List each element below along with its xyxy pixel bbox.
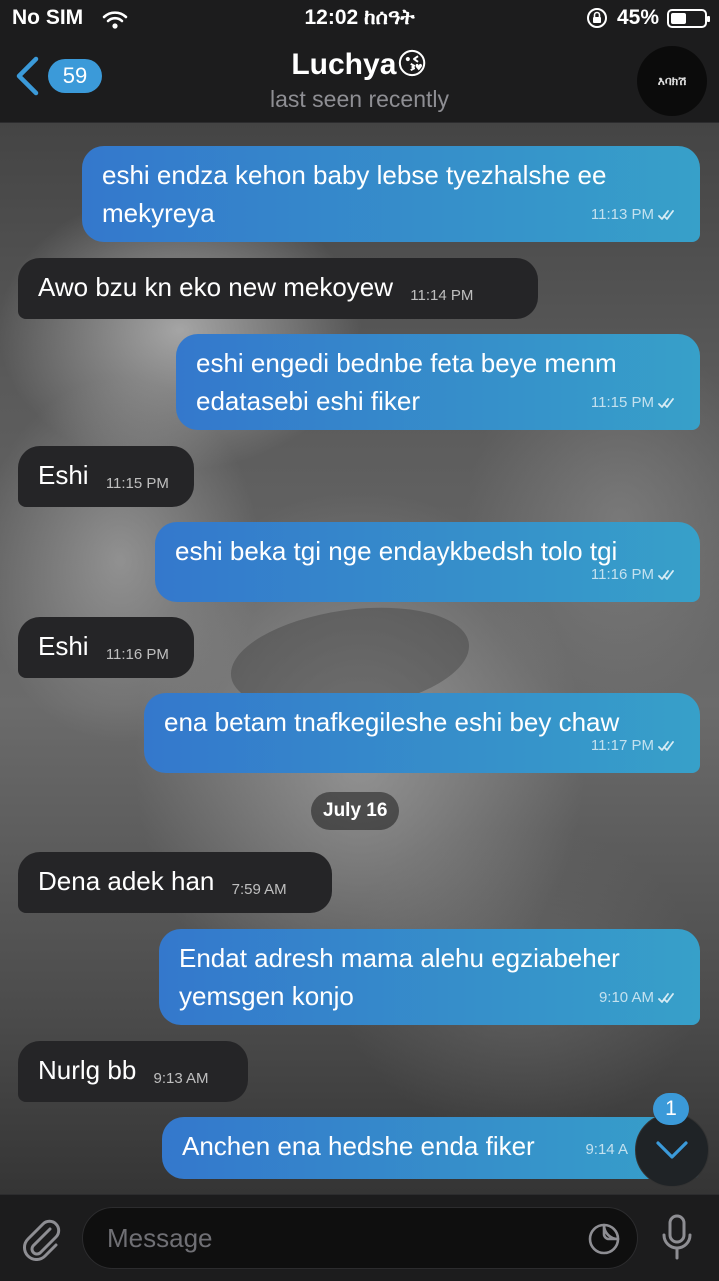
message-time: 11:17 PM: [590, 737, 654, 754]
message-text: Nurlg bb: [38, 1055, 137, 1085]
message-bubble-outgoing[interactable]: eshi beka tgi nge endaykbedsh tolo tgi 1…: [155, 522, 700, 602]
avatar-text: እባክሽ: [657, 73, 687, 88]
new-messages-badge: 1: [653, 1093, 689, 1125]
message-time: 11:13 PM: [590, 206, 654, 223]
message-composer: Message: [0, 1194, 719, 1281]
message-text: Awo bzu kn eko new mekoyew: [38, 272, 394, 302]
message-bubble-outgoing[interactable]: ena betam tnafkegileshe eshi bey chaw 11…: [144, 693, 700, 773]
message-meta: 11:16 PM: [106, 636, 169, 674]
message-input-placeholder: Message: [107, 1222, 213, 1253]
message-bubble-outgoing[interactable]: eshi engedi bednbe feta beye menm edatas…: [176, 334, 700, 430]
battery-icon: [667, 8, 710, 28]
date-separator: July 16: [311, 792, 400, 830]
message-meta: 9:14 A: [585, 1131, 628, 1169]
message-text: Endat adresh mama alehu egziabeher yemsg…: [179, 943, 620, 1011]
message-time: 9:10 AM: [598, 989, 654, 1006]
message-bubble-outgoing[interactable]: Endat adresh mama alehu egziabeher yemsg…: [159, 929, 700, 1025]
message-meta: 9:13 AM: [154, 1060, 209, 1098]
message-text: eshi engedi bednbe feta beye menm edatas…: [196, 348, 617, 416]
microphone-icon[interactable]: [660, 1213, 694, 1263]
message-time: 11:16 PM: [105, 646, 169, 663]
message-meta: 11:14 PM: [410, 277, 473, 315]
message-time: 11:16 PM: [590, 566, 654, 583]
message-bubble-outgoing[interactable]: Anchen ena hedshe enda fiker 9:14 A: [162, 1117, 700, 1179]
message-bubble-outgoing[interactable]: eshi endza kehon baby lebse tyezhalshe e…: [82, 146, 700, 242]
message-text: ena betam tnafkegileshe eshi bey chaw: [164, 707, 620, 737]
message-meta: 7:59 AM: [232, 871, 287, 909]
paperclip-icon[interactable]: [20, 1215, 62, 1261]
battery-percent: 45%: [616, 6, 659, 29]
last-seen-status: last seen recently: [270, 86, 449, 112]
chat-title[interactable]: Luchya😘: [0, 47, 719, 82]
message-meta: 11:16 PM: [591, 556, 680, 594]
double-check-icon: [658, 570, 674, 580]
double-check-icon: [658, 398, 674, 408]
sticker-icon[interactable]: [587, 1222, 621, 1256]
message-text: Eshi: [38, 631, 89, 661]
message-bubble-incoming[interactable]: Dena adek han 7:59 AM: [18, 852, 332, 913]
message-time: 7:59 AM: [231, 881, 287, 898]
double-check-icon: [658, 741, 674, 751]
message-input[interactable]: Message: [82, 1207, 638, 1269]
message-bubble-incoming[interactable]: Nurlg bb 9:13 AM: [18, 1041, 248, 1102]
message-time: 11:15 PM: [105, 475, 169, 492]
message-meta: 11:17 PM: [591, 727, 680, 765]
message-text: Anchen ena hedshe enda fiker: [182, 1131, 535, 1161]
message-meta: 11:15 PM: [106, 465, 169, 503]
double-check-icon: [658, 210, 674, 220]
double-check-icon: [658, 993, 674, 1003]
chat-header: No SIM 12:02 ከሰዓት 45% 59 Luchya😘 last se…: [0, 0, 719, 123]
wifi-icon: [102, 11, 128, 29]
message-bubble-incoming[interactable]: Eshi 11:16 PM: [18, 617, 194, 678]
message-time: 11:14 PM: [410, 287, 474, 304]
message-time: 9:14 A: [585, 1141, 628, 1158]
message-text: eshi endza kehon baby lebse tyezhalshe e…: [102, 160, 607, 228]
message-time: 9:13 AM: [153, 1070, 209, 1087]
message-bubble-incoming[interactable]: Awo bzu kn eko new mekoyew 11:14 PM: [18, 258, 538, 319]
message-meta: 9:10 AM: [599, 979, 680, 1017]
message-meta: 11:13 PM: [591, 196, 680, 234]
chevron-down-icon: [656, 1141, 688, 1159]
message-text: Eshi: [38, 460, 89, 490]
message-meta: 11:15 PM: [591, 384, 680, 422]
message-time: 11:15 PM: [590, 394, 654, 411]
message-bubble-incoming[interactable]: Eshi 11:15 PM: [18, 446, 194, 507]
status-right: 45%: [585, 6, 710, 30]
rotation-lock-icon: [586, 8, 607, 28]
message-text: eshi beka tgi nge endaykbedsh tolo tgi: [175, 536, 618, 566]
message-text: Dena adek han: [38, 866, 215, 896]
avatar[interactable]: እባክሽ: [637, 46, 707, 116]
